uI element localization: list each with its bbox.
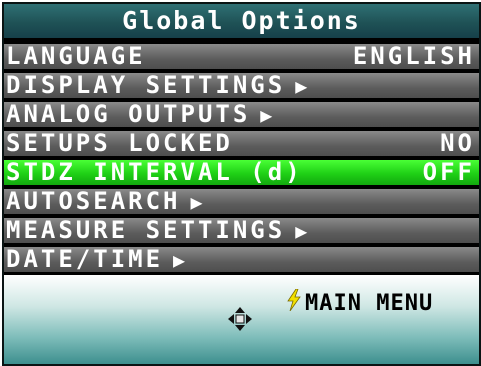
submenu-arrow-icon: ▶ [295,73,311,98]
dpad-icon [228,307,252,335]
menu-item-date-time[interactable]: DATE/TIME ▶ [4,244,479,273]
menu-item-setups-locked[interactable]: SETUPS LOCKED NO [4,131,479,156]
menu-item-label: DATE/TIME [6,244,164,273]
menu-item-value: ENGLISH [352,42,475,70]
options-menu: LANGUAGE ENGLISH DISPLAY SETTINGS ▶ ANALO… [4,44,479,275]
menu-item-label: MEASURE SETTINGS [6,215,286,244]
menu-item-measure-settings[interactable]: MEASURE SETTINGS ▶ [4,215,479,244]
submenu-arrow-icon: ▶ [190,189,206,214]
main-menu-label: MAIN MENU [305,290,434,316]
menu-item-label: LANGUAGE [6,42,146,70]
submenu-arrow-icon: ▶ [173,247,189,272]
menu-item-label: DISPLAY SETTINGS [6,70,286,99]
page-title: Global Options [4,4,479,38]
menu-item-label: SETUPS LOCKED [6,129,233,157]
menu-item-value: OFF [422,158,475,186]
softkey-area: MAIN MENU [4,275,479,364]
menu-item-value: NO [440,129,475,157]
menu-item-language[interactable]: LANGUAGE ENGLISH [4,44,479,69]
lightning-icon [287,288,301,317]
menu-item-autosearch[interactable]: AUTOSEARCH ▶ [4,186,479,215]
menu-item-display-settings[interactable]: DISPLAY SETTINGS ▶ [4,70,479,99]
menu-item-label: ANALOG OUTPUTS [6,99,251,128]
menu-item-label: AUTOSEARCH [6,186,181,215]
menu-item-stdz-interval[interactable]: STDZ INTERVAL (d) OFF [4,160,479,185]
menu-item-analog-outputs[interactable]: ANALOG OUTPUTS ▶ [4,99,479,128]
menu-item-label: STDZ INTERVAL (d) [6,158,303,186]
device-screen: Global Options LANGUAGE ENGLISH DISPLAY … [2,2,481,366]
main-menu-softkey[interactable]: MAIN MENU [287,288,434,317]
submenu-arrow-icon: ▶ [260,102,276,127]
submenu-arrow-icon: ▶ [295,218,311,243]
